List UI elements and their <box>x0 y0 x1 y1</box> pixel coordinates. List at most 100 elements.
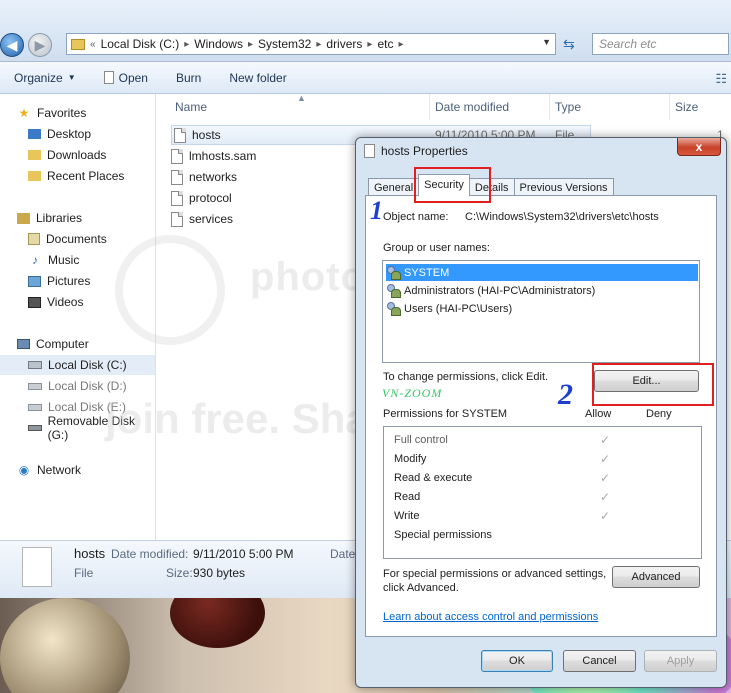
permission-name: Modify <box>394 452 427 465</box>
nav-removable-disk-g[interactable]: Removable Disk (G:) <box>0 414 155 442</box>
nav-documents[interactable]: Documents <box>0 229 155 249</box>
column-header-name[interactable]: Name <box>169 94 429 120</box>
chevron-right-icon[interactable]: ▸ <box>398 39 403 50</box>
nav-downloads[interactable]: Downloads <box>0 145 155 165</box>
group-item-administrators[interactable]: Administrators (HAI-PC\Administrators) <box>386 282 698 299</box>
nav-recent-places[interactable]: Recent Places <box>0 166 155 186</box>
chevron-down-icon: ▼ <box>67 73 76 82</box>
group-label: SYSTEM <box>404 266 450 279</box>
tab-security[interactable]: Security <box>418 174 470 196</box>
burn-button[interactable]: Burn <box>162 71 215 85</box>
group-user-list[interactable]: SYSTEM Administrators (HAI-PC\Administra… <box>382 260 700 363</box>
nav-label: Libraries <box>36 211 83 225</box>
breadcrumb-item[interactable]: etc <box>377 37 393 51</box>
permission-name: Read <box>394 490 421 503</box>
chevron-icon: « <box>90 38 96 50</box>
tab-general[interactable]: General <box>368 178 420 196</box>
nav-label: Favorites <box>37 106 87 120</box>
computer-icon <box>17 339 30 349</box>
star-icon: ★ <box>18 106 30 120</box>
nav-favorites[interactable]: ★ Favorites <box>0 103 155 123</box>
document-icon <box>171 169 183 185</box>
nav-libraries[interactable]: Libraries <box>0 208 155 228</box>
breadcrumb-item[interactable]: drivers <box>326 37 362 51</box>
properties-dialog: hosts Properties x General Security Deta… <box>355 137 727 688</box>
nav-videos[interactable]: Videos <box>0 292 155 312</box>
group-item-system[interactable]: SYSTEM <box>386 264 698 281</box>
burn-label: Burn <box>175 70 202 85</box>
column-header-date[interactable]: Date modified <box>429 94 549 120</box>
open-button[interactable]: Open <box>90 71 162 85</box>
nav-pictures[interactable]: Pictures <box>0 271 155 291</box>
permissions-list[interactable]: Full control ✓ Modify ✓ Read & execute ✓… <box>383 426 702 559</box>
special-permissions-text: For special permissions or advanced sett… <box>383 568 607 580</box>
breadcrumb-item[interactable]: Windows <box>194 37 243 51</box>
chevron-right-icon[interactable]: ▸ <box>248 39 253 50</box>
details-size-value: 930 bytes <box>193 566 246 580</box>
pictures-icon <box>28 275 41 287</box>
desktop-icon <box>28 129 41 139</box>
users-icon <box>386 284 401 298</box>
new-folder-button[interactable]: New folder <box>215 71 300 85</box>
navigation-pane: ★ Favorites Desktop Downloads Recent Pla… <box>0 94 156 540</box>
back-button[interactable]: ◀ <box>0 33 24 57</box>
dialog-title-bar: hosts Properties <box>364 144 468 158</box>
permission-row: Read & execute ✓ <box>394 468 694 487</box>
permission-name: Read & execute <box>394 471 473 484</box>
tab-previous-versions[interactable]: Previous Versions <box>513 178 614 196</box>
refresh-icon[interactable]: ⇆ <box>563 36 575 53</box>
group-item-users[interactable]: Users (HAI-PC\Users) <box>386 300 698 317</box>
apply-button[interactable]: Apply <box>644 650 717 672</box>
nav-label: Videos <box>47 295 84 309</box>
column-header-size[interactable]: Size <box>669 94 731 120</box>
document-icon <box>103 71 114 84</box>
nav-music[interactable]: ♪ Music <box>0 250 155 270</box>
column-header-type[interactable]: Type <box>549 94 669 120</box>
nav-computer[interactable]: Computer <box>0 334 155 354</box>
advanced-button[interactable]: Advanced <box>612 566 700 588</box>
nav-label: Downloads <box>47 148 107 162</box>
document-icon <box>171 148 183 164</box>
special-permissions-text: click Advanced. <box>383 582 459 594</box>
wallpaper-ball <box>0 598 130 693</box>
cancel-button[interactable]: Cancel <box>563 650 636 672</box>
check-icon: ✓ <box>600 451 611 466</box>
check-icon: ✓ <box>600 432 611 447</box>
close-button[interactable]: x <box>677 138 721 156</box>
folder-icon <box>28 150 41 160</box>
music-icon: ♪ <box>32 253 38 267</box>
search-input[interactable]: Search etc <box>592 33 729 55</box>
nav-label: Local Disk (C:) <box>48 358 127 372</box>
forward-button[interactable]: ▶ <box>28 33 52 57</box>
nav-network[interactable]: ◉ Network <box>0 460 155 480</box>
change-permissions-text: To change permissions, click Edit. <box>383 371 549 383</box>
nav-label: Desktop <box>47 127 92 141</box>
breadcrumb-item[interactable]: Local Disk (C:) <box>101 37 180 51</box>
permission-row: Read ✓ <box>394 487 694 506</box>
breadcrumb-item[interactable]: System32 <box>258 37 311 51</box>
videos-icon <box>28 296 41 308</box>
chevron-right-icon[interactable]: ▸ <box>184 39 189 50</box>
chevron-down-icon[interactable]: ▼ <box>542 37 551 47</box>
permission-row: Special permissions <box>394 525 694 544</box>
permission-name: Write <box>394 509 420 522</box>
learn-more-link[interactable]: Learn about access control and permissio… <box>383 611 598 623</box>
view-options-icon[interactable]: ☷ <box>715 71 727 87</box>
organize-button[interactable]: Organize ▼ <box>0 71 90 85</box>
details-type: File <box>74 566 94 580</box>
nav-label: Local Disk (E:) <box>48 400 127 414</box>
file-name: hosts <box>192 128 221 142</box>
ok-button[interactable]: OK <box>481 650 553 672</box>
document-icon <box>364 144 375 158</box>
details-extra-label: Date <box>330 547 356 561</box>
chevron-right-icon[interactable]: ▸ <box>316 39 321 50</box>
organize-label: Organize <box>14 70 63 85</box>
chevron-right-icon[interactable]: ▸ <box>367 39 372 50</box>
nav-desktop[interactable]: Desktop <box>0 124 155 144</box>
nav-label: Local Disk (D:) <box>48 379 127 393</box>
nav-local-disk-c[interactable]: Local Disk (C:) <box>0 355 155 375</box>
breadcrumb[interactable]: « Local Disk (C:) ▸ Windows ▸ System32 ▸… <box>66 33 556 55</box>
nav-local-disk-d[interactable]: Local Disk (D:) <box>0 376 155 396</box>
allow-column-label: Allow <box>585 408 612 420</box>
file-name: services <box>189 212 234 226</box>
